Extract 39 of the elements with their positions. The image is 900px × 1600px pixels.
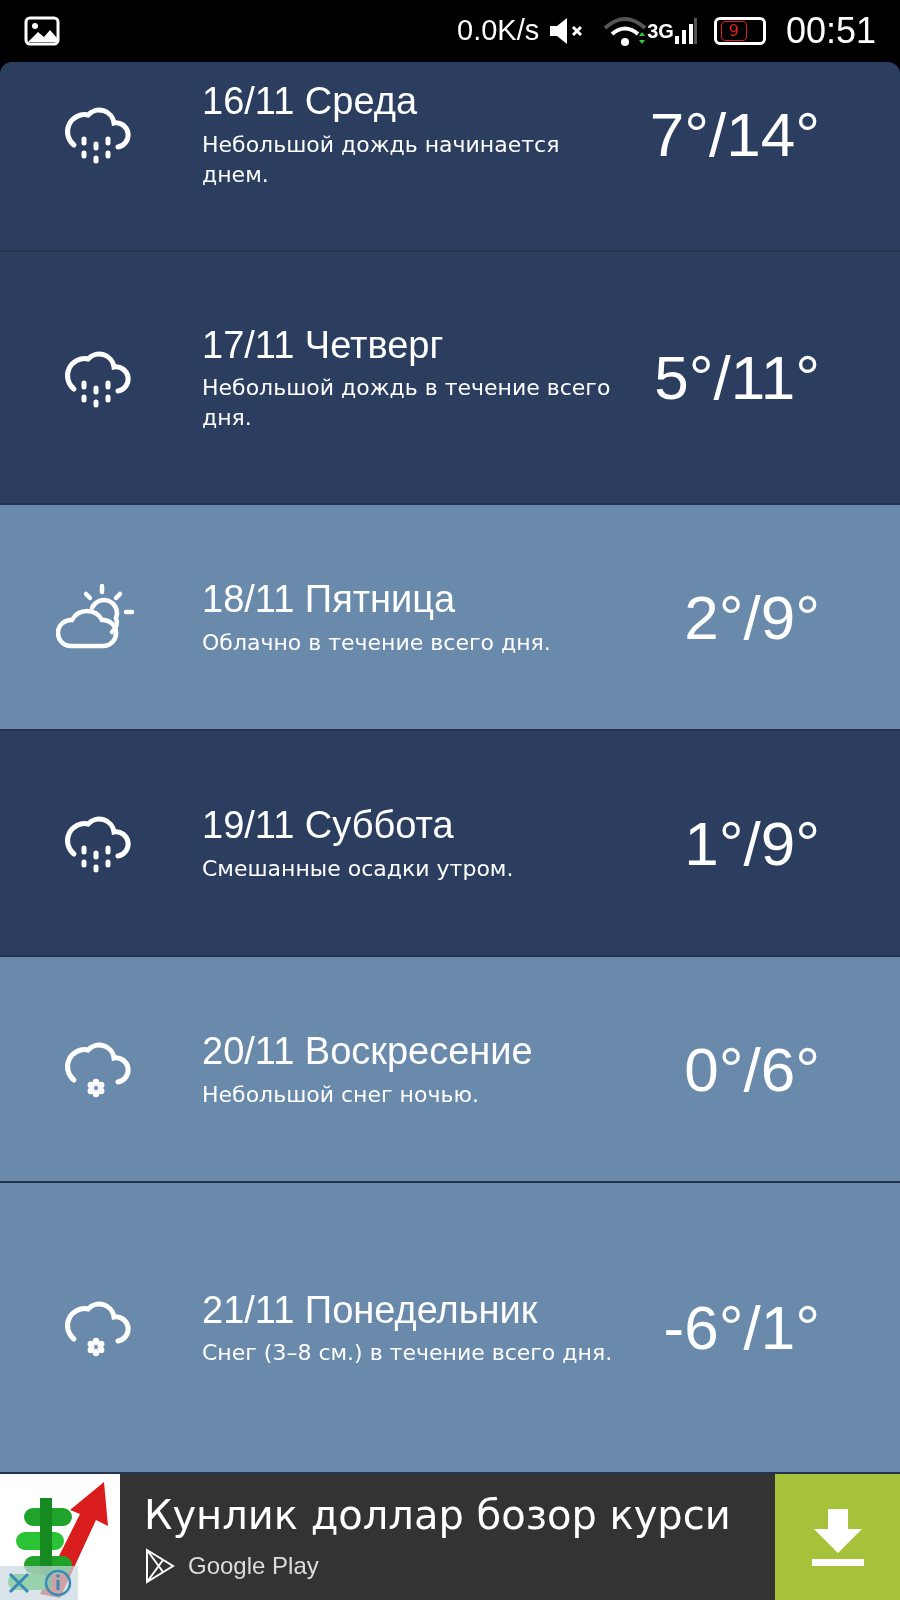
forecast-row[interactable]: 16/11 Среда Небольшой дождь начинается днем. 7°/14° [0,62,900,252]
forecast-description: Небольшой снег ночью. [202,1080,480,1109]
temperature-range: 0°/6° [683,1033,820,1106]
day-title: 19/11 Суббота [202,803,455,849]
image-icon [24,16,60,46]
network-type: 3G [647,19,674,44]
store-name: Google Play [188,1551,319,1581]
day-title: 16/11 Среда [202,79,418,124]
temperature-range: 7°/14° [648,98,820,171]
forecast-description: Снег (3–8 см.) в течение всего дня. [202,1339,614,1368]
play-store-icon [144,1548,176,1584]
forecast-description: Смешанные осадки утром. [202,854,515,883]
wifi-icon [603,16,648,46]
forecast-row[interactable]: 17/11 Четверг Небольшой дождь в течение всего дня. 5°/11° [0,252,900,505]
close-icon[interactable] [0,1566,38,1600]
temperature-range: -6°/1° [662,1292,820,1364]
forecast-row[interactable]: 21/11 Понедельник Снег (3–8 см.) в течение всего дня. -6°/1° [0,1183,900,1474]
temperature-range: 2°/9° [683,581,820,654]
forecast-row[interactable]: 19/11 Суббота Смешанные осадки утром. 1°/9° [0,731,900,957]
battery-icon: 9 [713,17,766,45]
forecast-description: Небольшой дождь в течение всего дня. [202,374,612,433]
day-title: 20/11 Воскресение [202,1029,534,1075]
forecast-row[interactable]: 18/11 Пятница Облачно в течение всего дня. 2°/9° [0,505,900,731]
signal-icon [673,16,698,46]
download-icon [809,1507,866,1567]
day-title: 21/11 Понедельник [202,1287,539,1333]
temperature-range: 5°/11° [653,342,820,414]
clock: 00:51 [785,9,876,53]
network-speed: 0.0K/s [457,13,540,49]
forecast-row[interactable]: 20/11 Воскресение Небольшой снег ночью. 0°/6° [0,957,900,1183]
download-button[interactable] [775,1474,900,1600]
info-icon[interactable] [38,1566,78,1600]
temperature-range: 1°/9° [683,807,820,880]
ad-title: Кунлик доллар бозор курси [144,1491,732,1540]
day-title: 18/11 Пятница [202,577,457,623]
forecast-description: Небольшой дождь начинается днем. [202,130,561,189]
forecast-description: Облачно в течение всего дня. [202,628,552,657]
day-title: 17/11 Четверг [202,322,445,368]
ad-banner[interactable]: Кунлик доллар бозор курси Google Play [0,1474,900,1600]
